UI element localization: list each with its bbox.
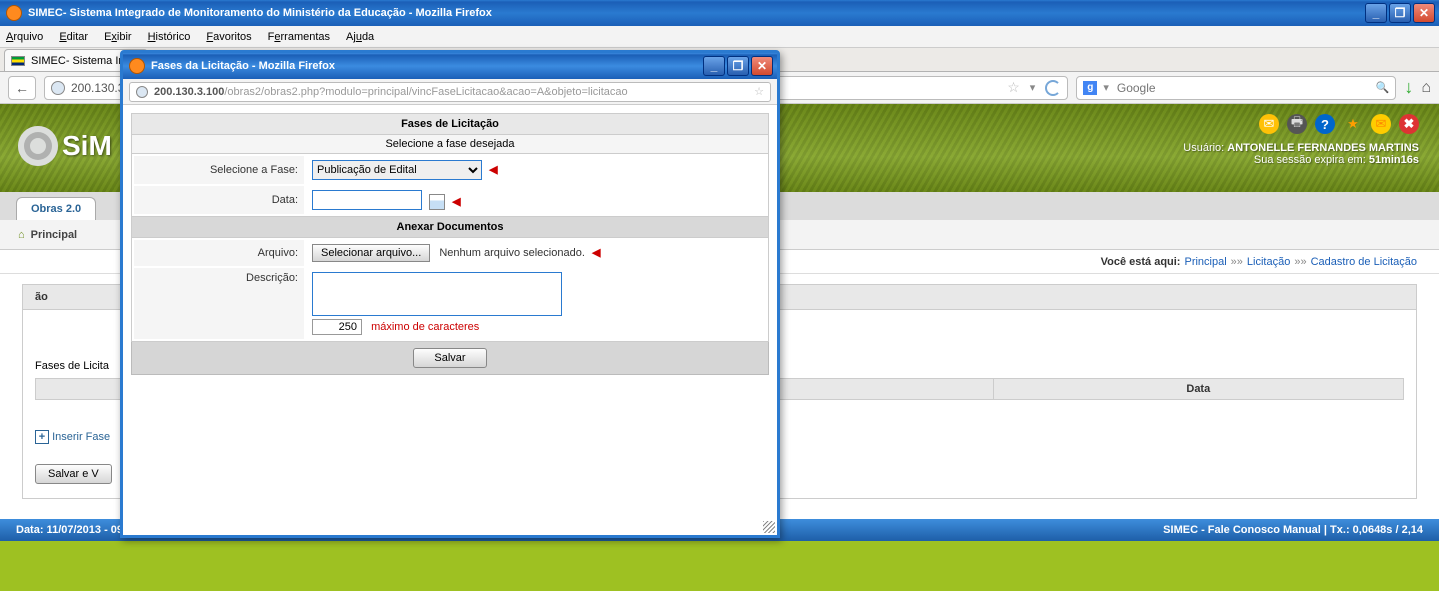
popup-url-host: 200.130.3.100: [154, 86, 224, 98]
popup-body: Fases de Licitação Selecione a fase dese…: [123, 105, 777, 535]
address-dropdown-icon[interactable]: ▾: [1030, 81, 1036, 94]
textarea-descricao[interactable]: [312, 272, 562, 316]
add-fase-icon[interactable]: +: [35, 430, 49, 444]
salvar-button[interactable]: Salvar: [413, 348, 486, 368]
label-fase: Selecione a Fase:: [134, 156, 304, 184]
breadcrumb-cadastro[interactable]: Cadastro de Licitação: [1311, 256, 1417, 268]
menu-ferramentas[interactable]: Ferramentas: [268, 31, 330, 43]
popup-bookmark-icon[interactable]: ☆: [754, 85, 764, 98]
popup-titlebar: Fases da Licitação - Mozilla Firefox _ ❐…: [123, 53, 777, 79]
popup-maximize-button[interactable]: ❐: [727, 56, 749, 76]
firefox-icon: [129, 58, 145, 74]
menu-favoritos[interactable]: Favoritos: [206, 31, 251, 43]
search-engine-icon: g: [1083, 81, 1097, 95]
session-time: 51min16s: [1369, 154, 1419, 166]
required-icon: ◀: [489, 164, 497, 176]
salvar-voltar-button[interactable]: Salvar e V: [35, 464, 112, 484]
anexar-form: Arquivo: Selecionar arquivo... Nenhum ar…: [131, 238, 769, 342]
globe-icon: [136, 86, 148, 98]
bookmark-star-icon[interactable]: ☆: [1007, 79, 1020, 96]
gear-icon: [18, 126, 58, 166]
fase-form: Selecione a Fase: Publicação de Edital ◀…: [131, 154, 769, 217]
header-user-panel: ✉ 🖶 ? ★ ✉ ✖ Usuário: ANTONELLE FERNANDES…: [1183, 114, 1419, 166]
reload-icon[interactable]: [1045, 80, 1061, 96]
menu-exibir[interactable]: Exibir: [104, 31, 132, 43]
popup-section-subtitle: Selecione a fase desejada: [131, 135, 769, 154]
breadcrumb-label: Você está aqui:: [1101, 256, 1181, 268]
header-help-icon[interactable]: ?: [1315, 114, 1335, 134]
breadcrumb-principal[interactable]: Principal: [1184, 256, 1226, 268]
minimize-button[interactable]: _: [1365, 3, 1387, 23]
search-dropdown-icon[interactable]: ▾: [1103, 81, 1109, 94]
app-logo: SiM: [18, 126, 112, 166]
label-arquivo: Arquivo:: [134, 240, 304, 266]
menu-ajuda[interactable]: Ajuda: [346, 31, 374, 43]
close-button[interactable]: ✕: [1413, 3, 1435, 23]
label-data: Data:: [134, 186, 304, 214]
fases-label: Fases de Licita: [35, 360, 109, 372]
back-button[interactable]: ←: [8, 76, 36, 100]
required-icon: ◀: [452, 196, 460, 208]
section-header-text: ão: [35, 291, 48, 303]
user-name: ANTONELLE FERNANDES MARTINS: [1227, 142, 1419, 154]
popup-window: Fases da Licitação - Mozilla Firefox _ ❐…: [120, 50, 780, 538]
footer-right: SIMEC - Fale Conosco Manual | Tx.: 0,064…: [1163, 524, 1423, 536]
col-data: Data: [993, 379, 1403, 400]
file-select-button[interactable]: Selecionar arquivo...: [312, 244, 430, 262]
header-star-icon[interactable]: ★: [1343, 114, 1363, 134]
header-print-icon[interactable]: 🖶: [1287, 114, 1307, 134]
popup-close-button[interactable]: ✕: [751, 56, 773, 76]
calendar-icon[interactable]: [429, 194, 445, 210]
popup-address-bar[interactable]: 200.130.3.100/obras2/obras2.php?modulo=p…: [129, 82, 771, 102]
select-fase[interactable]: Publicação de Edital: [312, 160, 482, 180]
firefox-icon: [6, 5, 22, 21]
label-descricao: Descrição:: [134, 268, 304, 339]
add-fase-link[interactable]: Inserir Fase: [52, 431, 110, 443]
home-tab-icon: ⌂: [18, 229, 25, 241]
maximize-button[interactable]: ❐: [1389, 3, 1411, 23]
popup-title: Fases da Licitação - Mozilla Firefox: [151, 60, 335, 72]
popup-minimize-button[interactable]: _: [703, 56, 725, 76]
session-label: Sua sessão expira em:: [1254, 154, 1366, 166]
maxchar-label: máximo de caracteres: [371, 321, 479, 333]
input-data[interactable]: [312, 190, 422, 210]
main-window-title: SIMEC- Sistema Integrado de Monitorament…: [28, 7, 492, 19]
downloads-icon[interactable]: ↓: [1404, 77, 1413, 98]
header-mail-icon[interactable]: ✉: [1259, 114, 1279, 134]
anexar-header: Anexar Documentos: [131, 217, 769, 238]
resize-grip-icon[interactable]: [763, 521, 775, 533]
breadcrumb-sep: »»: [1294, 256, 1306, 268]
breadcrumb-sep: »»: [1231, 256, 1243, 268]
home-icon[interactable]: ⌂: [1421, 79, 1431, 97]
menu-arquivo[interactable]: AArquivorquivo: [6, 31, 43, 43]
browser-menubar: AArquivorquivo Editar Exibir Histórico F…: [0, 26, 1439, 48]
char-counter: [312, 319, 362, 335]
file-status: Nenhum arquivo selecionado.: [439, 247, 585, 259]
app-tab-obras[interactable]: Obras 2.0: [16, 197, 96, 220]
required-icon: ◀: [592, 247, 600, 259]
app-logo-text: SiM: [62, 130, 112, 162]
site-favicon: [11, 56, 25, 66]
main-window-titlebar: SIMEC- Sistema Integrado de Monitorament…: [0, 0, 1439, 26]
header-envelope-icon[interactable]: ✉: [1371, 114, 1391, 134]
popup-section-title: Fases de Licitação: [131, 113, 769, 135]
menu-editar[interactable]: Editar: [59, 31, 88, 43]
popup-url-path: /obras2/obras2.php?modulo=principal/vinc…: [224, 86, 627, 98]
search-input[interactable]: [1115, 80, 1370, 96]
popup-urlbar: 200.130.3.100/obras2/obras2.php?modulo=p…: [123, 79, 777, 105]
subtab-principal[interactable]: Principal: [31, 229, 77, 241]
popup-actions: Salvar: [131, 342, 769, 375]
user-label: Usuário:: [1183, 142, 1224, 154]
footer-left: Data: 11/07/2013 - 09:1: [16, 524, 133, 536]
menu-historico[interactable]: Histórico: [148, 31, 191, 43]
header-exit-icon[interactable]: ✖: [1399, 114, 1419, 134]
search-box[interactable]: g ▾ 🔍: [1076, 76, 1396, 100]
breadcrumb-licitacao[interactable]: Licitação: [1247, 256, 1290, 268]
search-icon[interactable]: 🔍: [1376, 81, 1390, 94]
globe-icon: [51, 81, 65, 95]
